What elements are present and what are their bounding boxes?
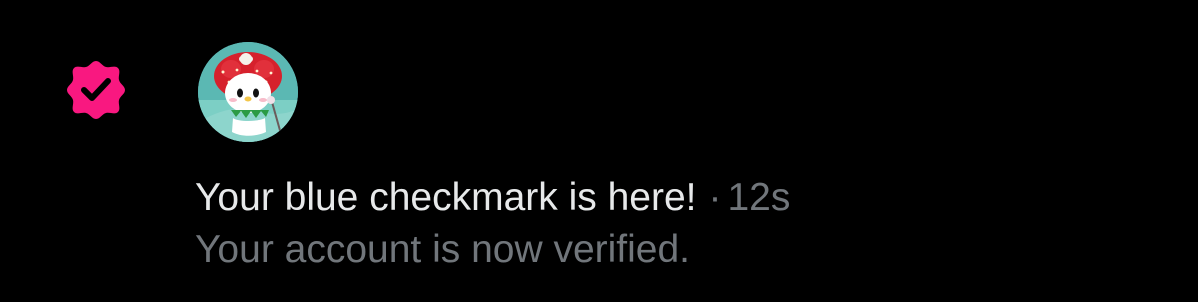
notification-content: Your blue checkmark is here! · 12s Your ac… [195, 172, 1175, 276]
avatar[interactable] [198, 42, 298, 142]
verified-check-icon [64, 58, 128, 122]
notification-time: 12s [727, 176, 791, 219]
notification-body: Your account is now verified. [195, 228, 691, 271]
notification-title: Your blue checkmark is here! [195, 176, 697, 219]
notification-headline: Your blue checkmark is here! · 12s [195, 172, 1175, 224]
meta-separator: · [708, 176, 722, 219]
verification-notification[interactable]: Your blue checkmark is here! · 12s Your ac… [0, 0, 1198, 302]
